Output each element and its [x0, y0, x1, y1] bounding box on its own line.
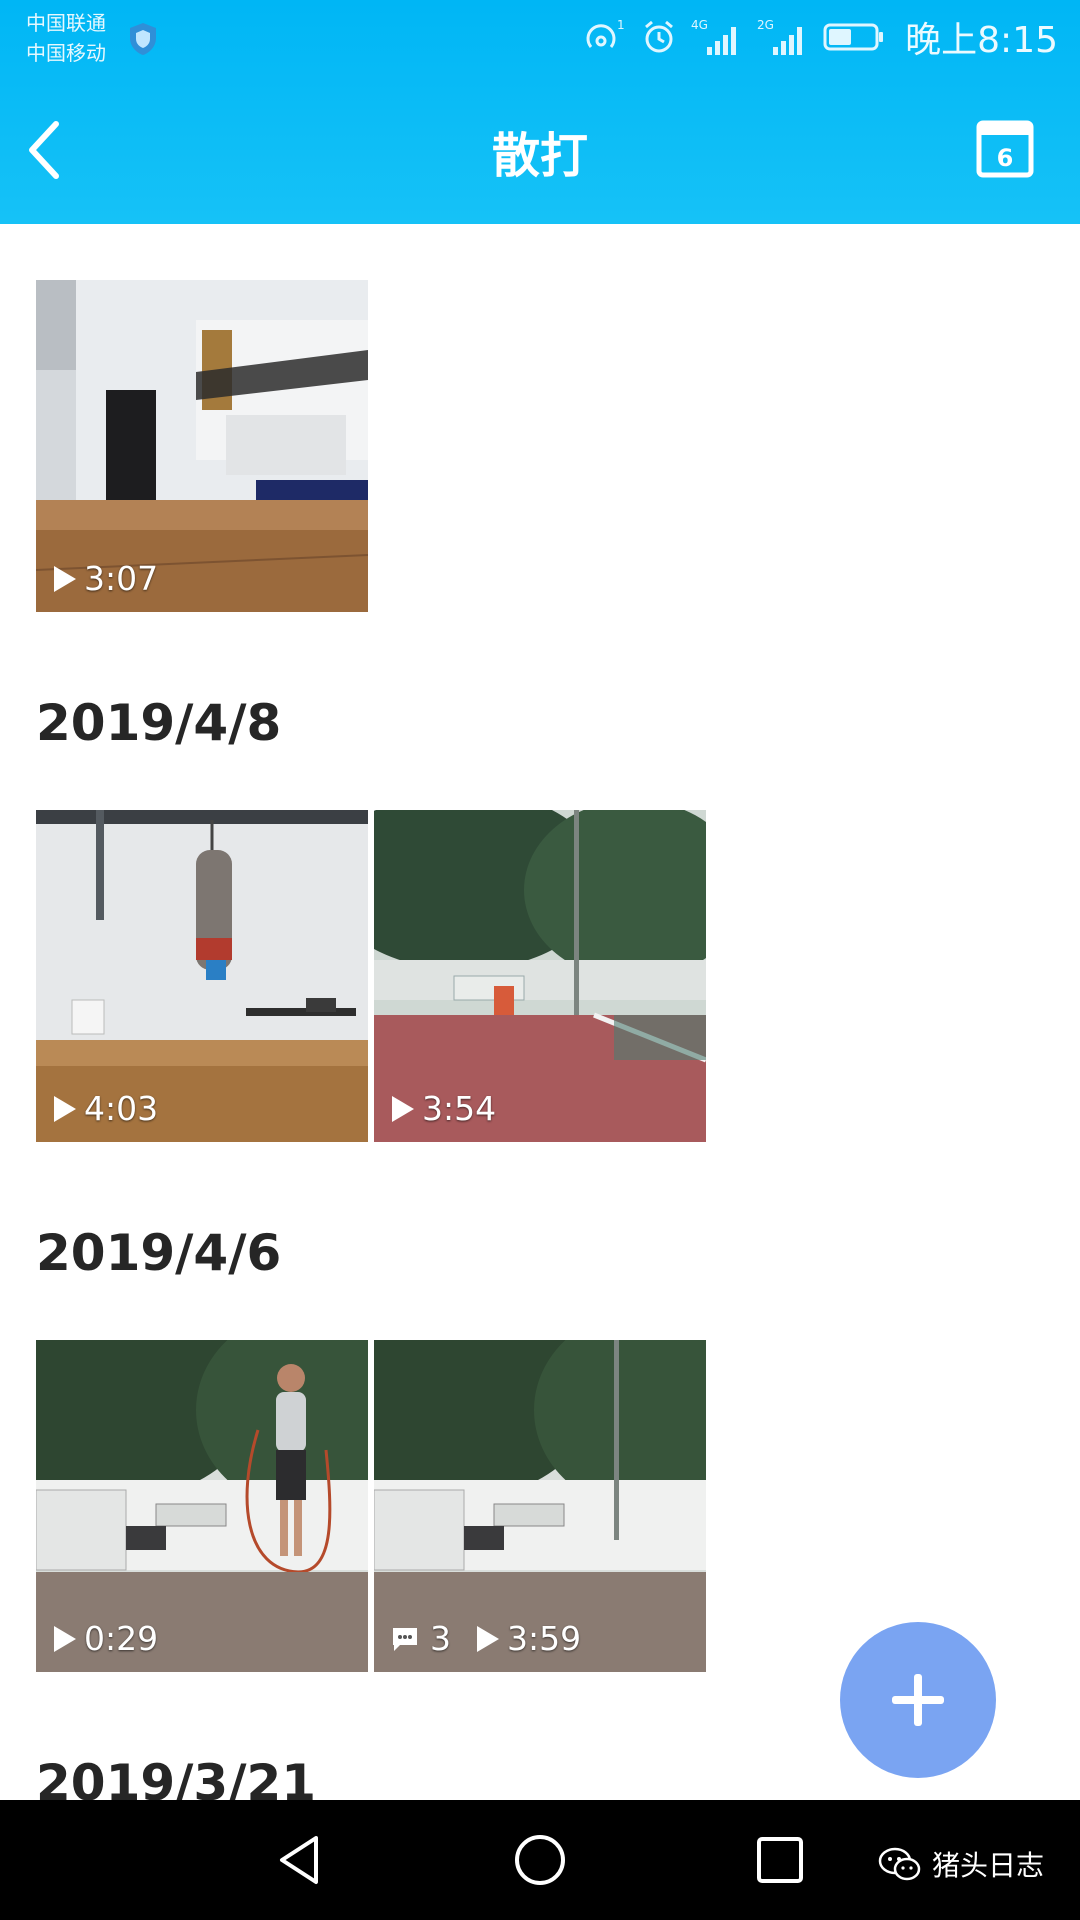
video-overlay: 3:54: [390, 1089, 496, 1128]
plus-icon: [892, 1674, 944, 1726]
app-header: 中国联通 中国移动 1 4G 2G 晚上8:15 散打 6: [0, 0, 1080, 224]
play-icon: [477, 1625, 499, 1652]
video-overlay: 3:07: [52, 559, 158, 598]
video-overlay: 0:29: [52, 1619, 158, 1658]
hotspot-badge: 1: [617, 18, 625, 32]
video-duration: 3:54: [422, 1089, 497, 1128]
shield-icon: [130, 23, 156, 55]
video-thumbnail[interactable]: 3 3:59: [374, 1340, 706, 1672]
video-duration: 4:03: [84, 1089, 159, 1128]
network-2-label: 2G: [757, 18, 774, 32]
play-icon: [54, 1095, 76, 1122]
video-duration: 3:07: [84, 559, 159, 598]
nav-recents-button[interactable]: [750, 1830, 810, 1890]
nav-back-button[interactable]: [270, 1830, 330, 1890]
calendar-day: 6: [997, 144, 1014, 172]
date-header: 2019/4/6: [36, 1224, 282, 1282]
play-icon: [54, 565, 76, 592]
video-feed: 3:07 2019/4/8 4:03 3:54 2019/4/6 0:29 3 …: [0, 224, 1080, 1800]
add-button[interactable]: [840, 1622, 996, 1778]
video-overlay: 3 3:59: [390, 1619, 581, 1658]
video-thumbnail[interactable]: 3:07: [36, 280, 368, 612]
hotspot-icon: 1: [586, 18, 625, 48]
play-icon: [392, 1095, 414, 1122]
nav-home-button[interactable]: [510, 1830, 570, 1890]
title-bar: 散打 6: [0, 90, 1080, 210]
signal-4g-icon: 4G: [691, 18, 737, 55]
system-nav-bar: 猪头日志: [0, 1800, 1080, 1920]
alarm-icon: [645, 20, 674, 53]
wechat-icon: [878, 1847, 921, 1881]
video-thumbnail[interactable]: 0:29: [36, 1340, 368, 1672]
carrier-2: 中国移动: [26, 41, 106, 65]
page-title: 散打: [491, 128, 588, 184]
comment-icon: [393, 1627, 417, 1651]
play-icon: [54, 1625, 76, 1652]
video-duration: 3:59: [507, 1619, 582, 1658]
watermark-text: 猪头日志: [931, 1849, 1044, 1882]
status-icons: 1 4G 2G 晚上8:15: [583, 12, 1058, 62]
video-overlay: 4:03: [52, 1089, 158, 1128]
network-1-label: 4G: [691, 18, 708, 32]
comment-count: 3: [430, 1619, 451, 1658]
video-thumbnail[interactable]: 4:03: [36, 810, 368, 1142]
status-bar: 中国联通 中国移动 1 4G 2G 晚上8:15: [0, 0, 1080, 74]
calendar-button[interactable]: 6: [976, 120, 1034, 178]
battery-icon: [823, 23, 884, 51]
status-time: 晚上8:15: [905, 20, 1058, 61]
date-header: 2019/3/21: [36, 1754, 317, 1800]
video-duration: 0:29: [84, 1619, 159, 1658]
carrier-labels: 中国联通 中国移动: [26, 8, 106, 68]
signal-2g-icon: 2G: [757, 18, 803, 55]
carrier-1: 中国联通: [26, 11, 106, 35]
video-thumbnail[interactable]: 3:54: [374, 810, 706, 1142]
date-header: 2019/4/8: [36, 694, 282, 752]
watermark: 猪头日志: [878, 1844, 1044, 1884]
